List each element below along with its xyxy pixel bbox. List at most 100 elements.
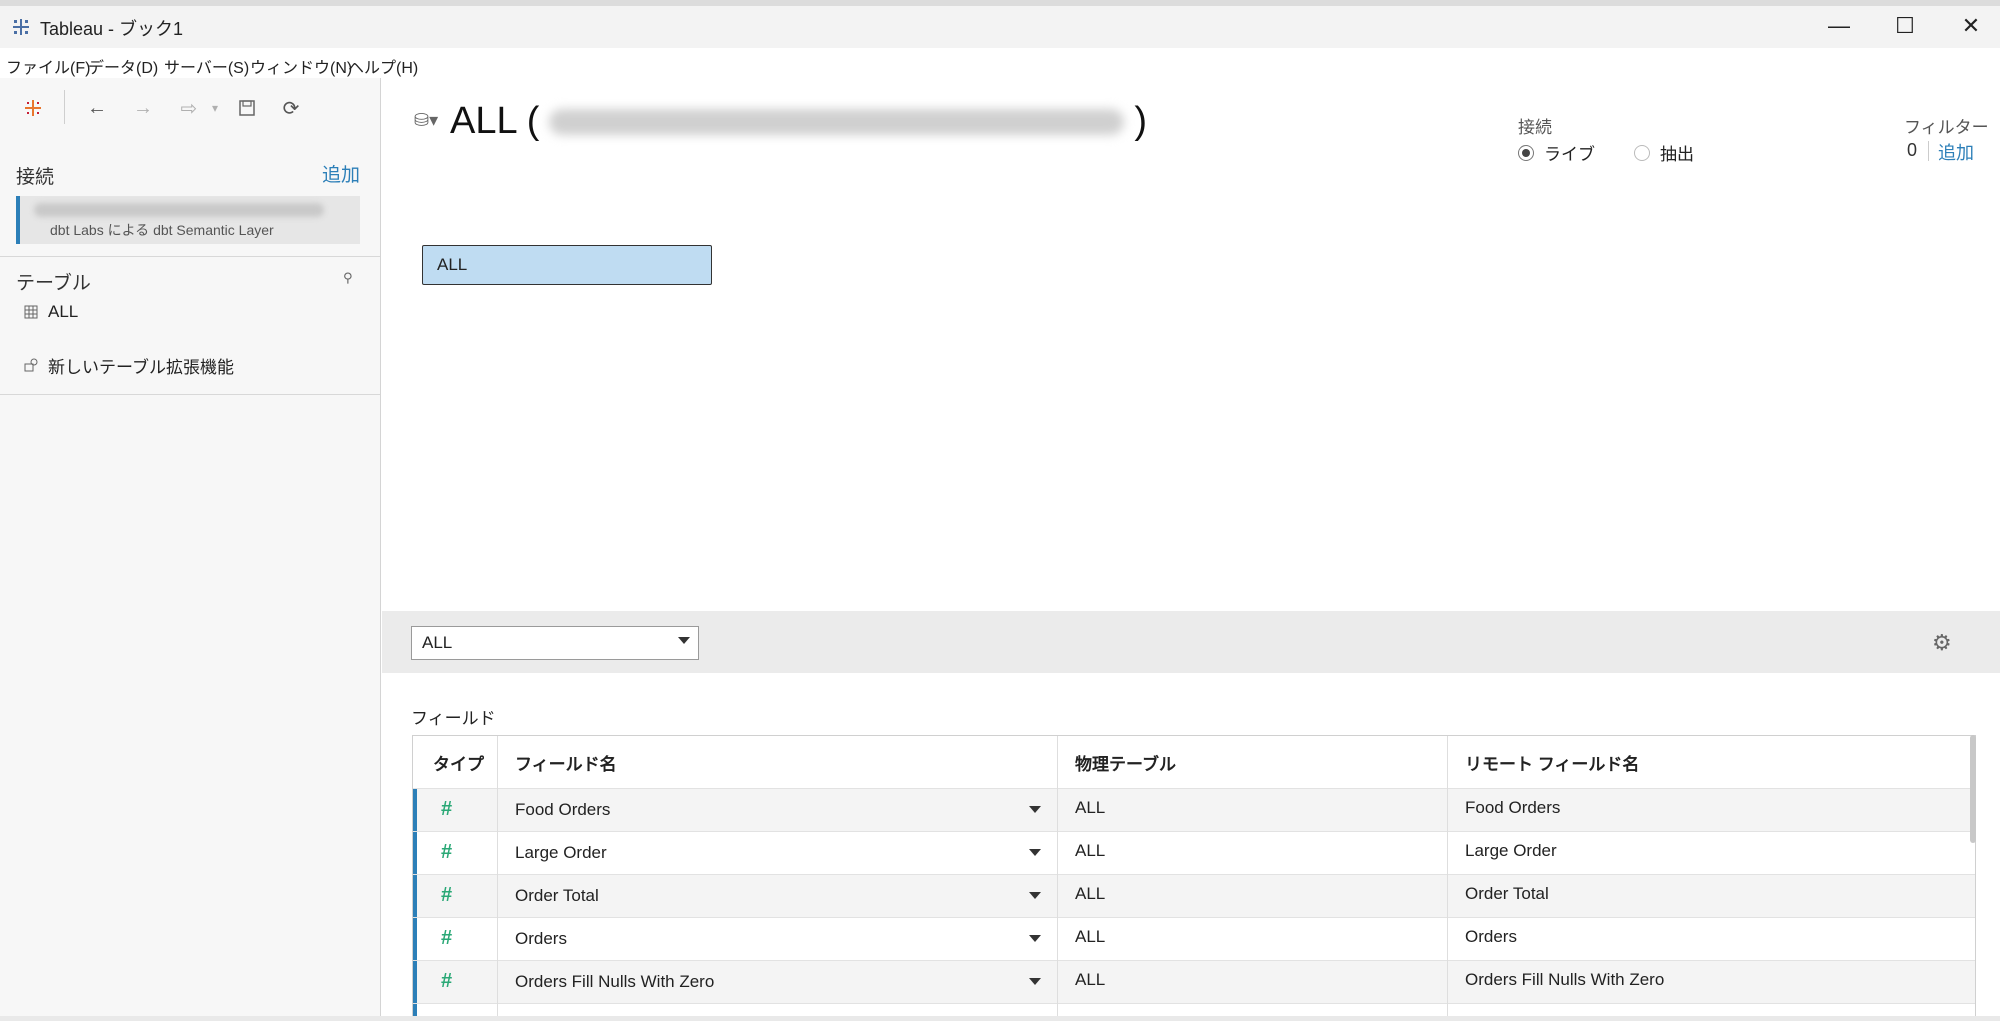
refresh-icon[interactable]: ⟳ [276, 94, 306, 122]
chevron-down-icon[interactable] [1029, 892, 1041, 899]
title-bar [0, 0, 2000, 48]
add-filter-link[interactable]: 追加 [1938, 139, 1974, 165]
menu-file[interactable]: ファイル(F) [6, 54, 90, 78]
number-type-icon[interactable]: # [441, 927, 452, 950]
column-header-remote-field-name[interactable]: リモート フィールド名 [1465, 736, 1640, 788]
column-header-type[interactable]: タイプ [433, 736, 484, 788]
close-button[interactable]: ✕ [1944, 8, 1998, 44]
extract-label: 抽出 [1660, 145, 1694, 164]
remote-field-cell: Food Orders [1465, 798, 1561, 817]
minimize-button[interactable]: — [1812, 8, 1866, 44]
connection-subtitle: dbt Labs による dbt Semantic Layer [50, 222, 274, 238]
row-marker [413, 789, 417, 832]
table-row[interactable]: # Food Orders ALL Food Orders [413, 788, 1975, 832]
divider [0, 256, 380, 257]
datasource-title-suffix: ) [1134, 100, 1148, 142]
filter-separator [1928, 141, 1929, 161]
connections-header: 接続 [16, 167, 55, 188]
tables-header: テーブル [16, 273, 91, 294]
filters-count: 0 [1907, 140, 1918, 160]
physical-table-cell: ALL [1075, 841, 1106, 860]
datasource-title[interactable]: ALL ( ) [450, 100, 1147, 143]
new-table-extension[interactable]: 新しいテーブル拡張機能 [24, 353, 234, 377]
chevron-down-icon [678, 637, 690, 644]
live-radio-option[interactable]: ライブ [1518, 140, 1595, 165]
field-name-cell[interactable]: Order Total [515, 886, 599, 906]
filters-label: フィルター [1904, 118, 1989, 137]
redacted-connection-name [34, 203, 324, 217]
chevron-down-icon[interactable] [1029, 806, 1041, 813]
divider [0, 394, 380, 395]
save-icon[interactable] [232, 94, 262, 122]
window-title: Tableau - ブック1 [40, 19, 184, 39]
column-header-physical-table[interactable]: 物理テーブル [1075, 736, 1176, 788]
chevron-down-icon[interactable] [1029, 978, 1041, 985]
table-row[interactable]: # Orders Fill Nulls With Zero ALL Orders… [413, 960, 1975, 1004]
number-type-icon[interactable]: # [441, 884, 452, 907]
extension-icon [24, 358, 38, 372]
tableau-app-icon [13, 19, 29, 35]
menu-help[interactable]: ヘルプ(H) [348, 54, 418, 78]
field-name-cell[interactable]: Food Orders [515, 800, 610, 820]
column-divider [1057, 736, 1058, 1021]
vertical-scrollbar[interactable] [1970, 735, 1976, 843]
table-item-all[interactable]: ALL [24, 300, 78, 324]
field-name-cell[interactable]: Large Order [515, 843, 607, 863]
pause-updates-dropdown-icon[interactable]: ▾ [200, 94, 230, 122]
datasource-title-prefix: ALL ( [450, 100, 540, 142]
row-marker [413, 961, 417, 1004]
extract-radio[interactable] [1634, 144, 1650, 161]
remote-field-cell: Orders [1465, 927, 1517, 946]
add-connection-link[interactable]: 追加 [322, 160, 360, 187]
table-item-label: ALL [48, 302, 79, 321]
live-radio[interactable] [1518, 144, 1534, 161]
menu-data[interactable]: データ(D) [88, 54, 158, 78]
redacted-host-name [549, 108, 1125, 135]
table-row[interactable]: # Orders ALL Orders [413, 917, 1975, 961]
row-marker [413, 875, 417, 918]
live-label: ライブ [1544, 145, 1595, 164]
chevron-down-icon[interactable] [1029, 849, 1041, 856]
number-type-icon[interactable]: # [441, 841, 452, 864]
column-header-field-name[interactable]: フィールド名 [515, 736, 617, 788]
table-select-value: ALL [422, 633, 453, 652]
canvas-table-all[interactable]: ALL [422, 245, 712, 285]
connection-mode-label: 接続 [1518, 118, 1552, 137]
table-row[interactable]: # Order Total ALL Order Total [413, 874, 1975, 918]
table-select-dropdown[interactable]: ALL [411, 626, 699, 660]
new-extension-label: 新しいテーブル拡張機能 [48, 357, 234, 377]
datasource-icon[interactable]: ⛁▾ [414, 110, 438, 131]
field-name-cell[interactable]: Orders [515, 929, 567, 949]
row-marker [413, 918, 417, 961]
menu-window[interactable]: ウィンドウ(N) [250, 54, 352, 78]
remote-field-cell: Orders Fill Nulls With Zero [1465, 970, 1665, 989]
number-type-icon[interactable]: # [441, 970, 452, 993]
toolbar-divider [64, 90, 65, 124]
physical-table-cell: ALL [1075, 884, 1106, 903]
column-divider [497, 736, 498, 1021]
physical-table-cell: ALL [1075, 798, 1106, 817]
tableau-logo-icon[interactable] [18, 94, 48, 122]
maximize-button[interactable]: ☐ [1878, 8, 1932, 44]
menu-server[interactable]: サーバー(S) [164, 54, 249, 78]
column-divider [1447, 736, 1448, 1021]
field-name-cell[interactable]: Orders Fill Nulls With Zero [515, 972, 714, 992]
forward-arrow-icon[interactable]: → [128, 94, 158, 122]
search-icon[interactable]: ⚲ [343, 270, 353, 286]
chevron-down-icon[interactable] [1029, 935, 1041, 942]
remote-field-cell: Large Order [1465, 841, 1557, 860]
connection-item[interactable]: dbt Labs による dbt Semantic Layer [16, 196, 360, 244]
menu-bar: ファイル(F) データ(D) サーバー(S) ウィンドウ(N) ヘルプ(H) [0, 48, 2000, 78]
fields-table: タイプ フィールド名 物理テーブル リモート フィールド名 # Food Ord… [412, 735, 1976, 1021]
remote-field-cell: Order Total [1465, 884, 1549, 903]
number-type-icon[interactable]: # [441, 798, 452, 821]
table-row[interactable]: # Large Order ALL Large Order [413, 831, 1975, 875]
physical-table-cell: ALL [1075, 927, 1106, 946]
sheet-tabs-strip [0, 1016, 2000, 1021]
fields-section-label: フィールド [411, 709, 496, 728]
row-marker [413, 832, 417, 875]
back-arrow-icon[interactable]: ← [82, 94, 112, 122]
gear-icon[interactable]: ⚙ [1932, 630, 1952, 656]
table-grid-icon [24, 305, 38, 319]
extract-radio-option[interactable]: 抽出 [1634, 140, 1694, 165]
